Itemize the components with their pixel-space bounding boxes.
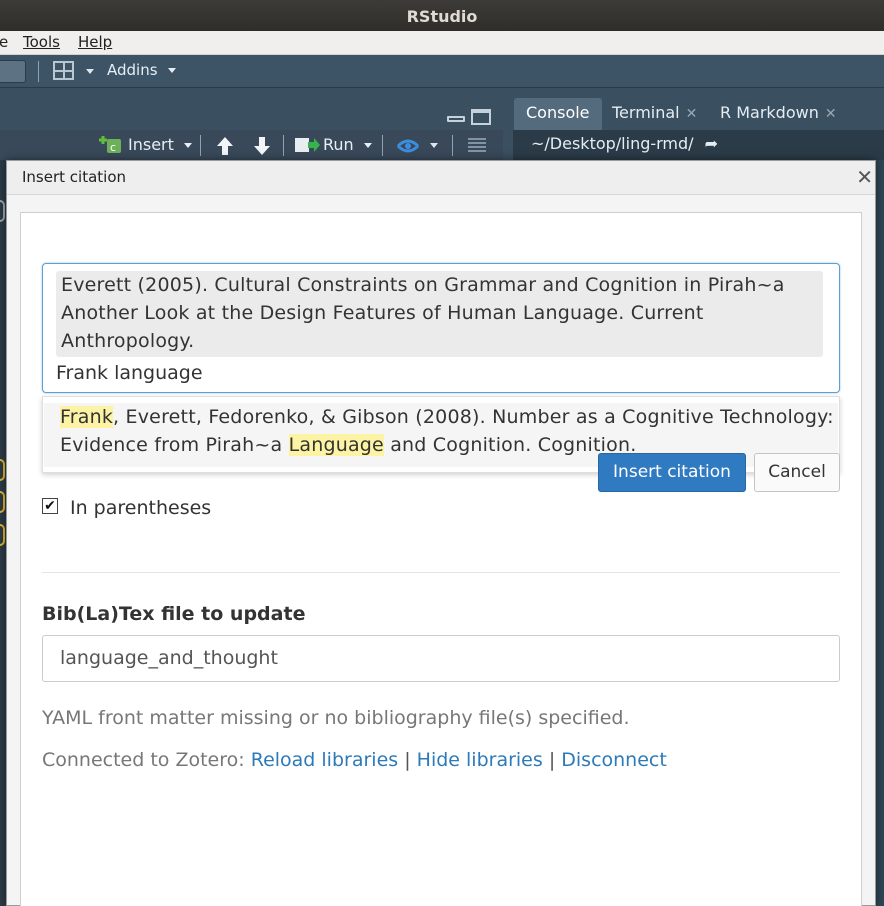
toolbar-divider (452, 135, 453, 156)
run-label: Run (323, 135, 354, 154)
selected-citation-chip[interactable]: Everett (2005). Cultural Constraints on … (56, 271, 823, 357)
link-separator: | (548, 749, 556, 771)
maximize-pane-icon[interactable] (471, 109, 491, 125)
editor-marker-icon (0, 459, 5, 481)
arrow-down-icon[interactable] (253, 136, 271, 160)
chevron-down-icon (183, 143, 192, 148)
toolbar-divider (283, 135, 284, 156)
window-title: RStudio (406, 7, 478, 26)
menu-item-file[interactable]: e (0, 33, 8, 51)
section-divider (42, 572, 840, 573)
main-toolbar: Addins (0, 55, 884, 88)
citation-search-box[interactable]: Everett (2005). Cultural Constraints on … (42, 263, 840, 393)
goto-directory-icon[interactable]: ➦ (705, 134, 718, 153)
editor-toolbar: c Insert Run (0, 130, 503, 160)
editor-marker-icon (0, 524, 5, 546)
link-separator: | (404, 749, 411, 771)
svg-text:c: c (110, 141, 116, 154)
publish-icon[interactable] (396, 136, 420, 160)
match-highlight: Language (288, 434, 384, 456)
menu-item-help[interactable]: Help (78, 33, 112, 51)
bib-file-input[interactable]: language_and_thought (42, 635, 840, 682)
cancel-button[interactable]: Cancel (754, 453, 840, 492)
bib-file-label: Bib(La)Tex file to update (42, 603, 306, 625)
tab-rmarkdown-label: R Markdown (720, 103, 819, 122)
close-icon[interactable]: ✕ (856, 165, 873, 189)
console-path-bar: ~/Desktop/ling-rmd/ ➦ (513, 130, 884, 160)
insert-label: Insert (128, 135, 174, 154)
toolbar-divider (382, 135, 383, 156)
zotero-status: Connected to Zotero: Reload libraries | … (42, 749, 667, 771)
editor-marker-icon (0, 491, 5, 513)
dialog-title: Insert citation (22, 168, 127, 186)
grid-layout-icon[interactable] (53, 61, 74, 80)
dialog-body: Everett (2005). Cultural Constraints on … (20, 212, 862, 906)
chevron-down-icon[interactable] (430, 143, 438, 148)
addins-label: Addins (107, 61, 158, 79)
tab-console-label: Console (526, 103, 590, 122)
insert-citation-button[interactable]: Insert citation (598, 453, 746, 492)
arrow-up-icon[interactable] (216, 136, 234, 160)
insert-chunk-button[interactable]: Insert (128, 135, 192, 154)
tab-rmarkdown[interactable]: R Markdown ✕ (708, 98, 849, 130)
zotero-status-label: Connected to Zotero: (42, 749, 245, 771)
tab-terminal-label: Terminal (612, 103, 680, 122)
selected-citation-text: Everett (2005). Cultural Constraints on … (61, 274, 785, 352)
run-icon (294, 136, 320, 158)
layout-dropdown-icon[interactable] (86, 69, 94, 74)
insert-citation-dialog: Insert citation ✕ Everett (2005). Cultur… (6, 160, 876, 906)
source-pane-tabbar (0, 88, 503, 130)
outline-icon[interactable] (468, 138, 486, 152)
goto-input[interactable] (0, 60, 26, 83)
chevron-down-icon (168, 68, 177, 73)
tab-console[interactable]: Console (514, 98, 602, 130)
chevron-down-icon (363, 143, 372, 148)
toolbar-divider (38, 61, 39, 82)
in-parentheses-label: In parentheses (70, 497, 212, 519)
minimize-pane-icon[interactable] (447, 116, 465, 122)
close-icon[interactable]: ✕ (825, 106, 837, 122)
menu-item-tools[interactable]: Tools (23, 33, 60, 51)
window-titlebar: RStudio (0, 0, 884, 31)
addins-button[interactable]: Addins (107, 61, 177, 79)
menu-bar: e Tools Help (0, 31, 884, 55)
run-button[interactable]: Run (323, 135, 372, 154)
hide-libraries-link[interactable]: Hide libraries (417, 749, 543, 771)
insert-chunk-icon: c (98, 134, 122, 154)
working-directory-path[interactable]: ~/Desktop/ling-rmd/ (531, 134, 694, 153)
match-highlight: Frank (60, 406, 114, 428)
editor-marker-icon (0, 200, 5, 222)
citation-search-input[interactable]: Frank language (56, 362, 203, 384)
console-edge (876, 160, 884, 906)
close-icon[interactable]: ✕ (686, 106, 698, 122)
reload-libraries-link[interactable]: Reload libraries (251, 749, 398, 771)
in-parentheses-checkbox[interactable]: ✔ (42, 498, 58, 514)
tab-terminal[interactable]: Terminal ✕ (600, 98, 709, 130)
dialog-header: Insert citation ✕ (7, 161, 875, 195)
disconnect-link[interactable]: Disconnect (561, 749, 667, 771)
toolbar-divider (200, 135, 201, 156)
yaml-warning-text: YAML front matter missing or no bibliogr… (42, 707, 630, 729)
